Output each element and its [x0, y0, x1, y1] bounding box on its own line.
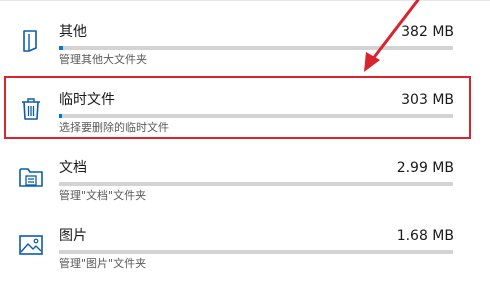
item-size: 2.99 MB: [396, 160, 454, 176]
item-description: 管理"文档"文件夹: [59, 189, 147, 202]
pictures-icon: [18, 232, 44, 258]
item-description: 管理"图片"文件夹: [59, 257, 147, 270]
storage-item-documents[interactable]: 文档 2.99 MB 管理"文档"文件夹: [0, 158, 490, 226]
usage-bar: [59, 250, 453, 254]
documents-folder-icon: [18, 164, 44, 190]
usage-bar: [59, 182, 453, 186]
annotation-arrow-icon: [364, 0, 420, 72]
item-name: 图片: [59, 228, 87, 244]
item-size: 1.68 MB: [396, 228, 454, 244]
storage-item-pictures[interactable]: 图片 1.68 MB 管理"图片"文件夹: [0, 226, 490, 294]
item-name: 文档: [59, 160, 87, 176]
